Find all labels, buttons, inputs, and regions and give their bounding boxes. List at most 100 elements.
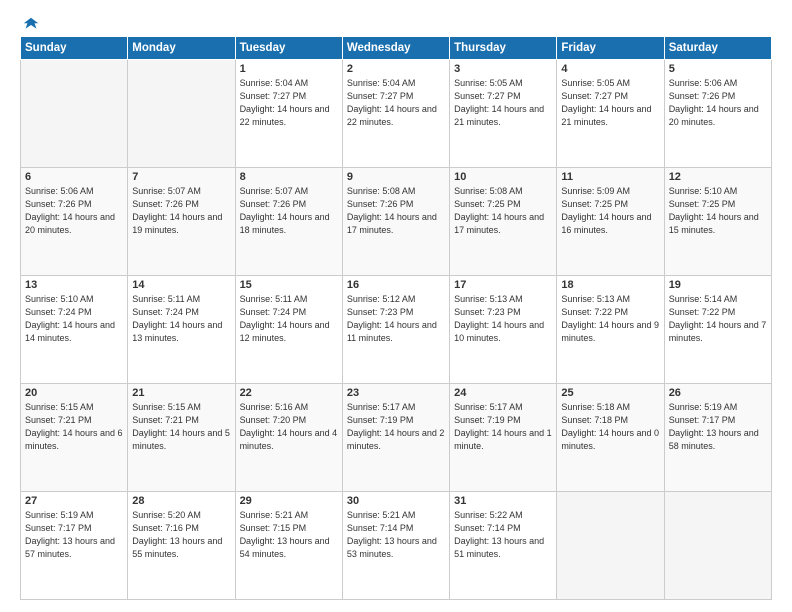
header [20, 18, 772, 32]
calendar-cell: 4Sunrise: 5:05 AMSunset: 7:27 PMDaylight… [557, 60, 664, 168]
day-info: Sunrise: 5:04 AMSunset: 7:27 PMDaylight:… [240, 77, 338, 129]
day-info: Sunrise: 5:13 AMSunset: 7:23 PMDaylight:… [454, 293, 552, 345]
day-number: 22 [240, 387, 338, 399]
day-info: Sunrise: 5:06 AMSunset: 7:26 PMDaylight:… [25, 185, 123, 237]
day-info: Sunrise: 5:22 AMSunset: 7:14 PMDaylight:… [454, 509, 552, 561]
day-number: 5 [669, 63, 767, 75]
calendar-week-row: 1 Sunrise: 5:04 AMSunset: 7:27 PMDaylight… [21, 60, 772, 168]
day-number: 6 [25, 171, 123, 183]
day-info: Sunrise: 5:08 AMSunset: 7:25 PMDaylight:… [454, 185, 552, 237]
calendar-cell: 12 Sunrise: 5:10 AMSunset: 7:25 PMDayligh… [664, 168, 771, 276]
calendar-cell: 30Sunrise: 5:21 AMSunset: 7:14 PMDayligh… [342, 492, 449, 600]
calendar-cell: 19 Sunrise: 5:14 AMSunset: 7:22 PMDayligh… [664, 276, 771, 384]
logo [20, 18, 40, 32]
calendar-cell: 16 Sunrise: 5:12 AMSunset: 7:23 PMDayligh… [342, 276, 449, 384]
calendar-week-row: 20Sunrise: 5:15 AMSunset: 7:21 PMDayligh… [21, 384, 772, 492]
calendar-cell: 9 Sunrise: 5:08 AMSunset: 7:26 PMDaylight… [342, 168, 449, 276]
calendar-cell: 22Sunrise: 5:16 AMSunset: 7:20 PMDayligh… [235, 384, 342, 492]
calendar-cell: 27 Sunrise: 5:19 AMSunset: 7:17 PMDayligh… [21, 492, 128, 600]
day-number: 14 [132, 279, 230, 291]
logo-bird-icon [22, 16, 40, 34]
day-number: 11 [561, 171, 659, 183]
calendar-cell: 13 Sunrise: 5:10 AMSunset: 7:24 PMDayligh… [21, 276, 128, 384]
day-info: Sunrise: 5:15 AMSunset: 7:21 PMDaylight:… [25, 401, 123, 453]
day-number: 12 [669, 171, 767, 183]
calendar-table: SundayMondayTuesdayWednesdayThursdayFrid… [20, 36, 772, 600]
day-info: Sunrise: 5:08 AMSunset: 7:26 PMDaylight:… [347, 185, 445, 237]
day-number: 24 [454, 387, 552, 399]
calendar-day-header: Saturday [664, 37, 771, 60]
day-info: Sunrise: 5:18 AMSunset: 7:18 PMDaylight:… [561, 401, 659, 453]
day-number: 21 [132, 387, 230, 399]
day-info: Sunrise: 5:05 AMSunset: 7:27 PMDaylight:… [454, 77, 552, 129]
calendar-day-header: Monday [128, 37, 235, 60]
day-number: 8 [240, 171, 338, 183]
calendar-cell: 20Sunrise: 5:15 AMSunset: 7:21 PMDayligh… [21, 384, 128, 492]
day-number: 10 [454, 171, 552, 183]
day-number: 27 [25, 495, 123, 507]
calendar-cell [128, 60, 235, 168]
calendar-cell: 23 Sunrise: 5:17 AMSunset: 7:19 PMDayligh… [342, 384, 449, 492]
calendar-cell: 2Sunrise: 5:04 AMSunset: 7:27 PMDaylight… [342, 60, 449, 168]
calendar-cell: 8 Sunrise: 5:07 AMSunset: 7:26 PMDaylight… [235, 168, 342, 276]
calendar-cell: 11 Sunrise: 5:09 AMSunset: 7:25 PMDayligh… [557, 168, 664, 276]
calendar-cell: 6 Sunrise: 5:06 AMSunset: 7:26 PMDaylight… [21, 168, 128, 276]
calendar-cell: 17 Sunrise: 5:13 AMSunset: 7:23 PMDayligh… [450, 276, 557, 384]
day-number: 13 [25, 279, 123, 291]
day-info: Sunrise: 5:19 AMSunset: 7:17 PMDaylight:… [669, 401, 767, 453]
calendar-cell: 7 Sunrise: 5:07 AMSunset: 7:26 PMDaylight… [128, 168, 235, 276]
day-number: 29 [240, 495, 338, 507]
calendar-cell: 14 Sunrise: 5:11 AMSunset: 7:24 PMDayligh… [128, 276, 235, 384]
day-number: 28 [132, 495, 230, 507]
day-number: 26 [669, 387, 767, 399]
calendar-day-header: Sunday [21, 37, 128, 60]
calendar-cell [557, 492, 664, 600]
day-number: 17 [454, 279, 552, 291]
calendar-week-row: 6 Sunrise: 5:06 AMSunset: 7:26 PMDaylight… [21, 168, 772, 276]
calendar-cell: 10 Sunrise: 5:08 AMSunset: 7:25 PMDayligh… [450, 168, 557, 276]
day-info: Sunrise: 5:06 AMSunset: 7:26 PMDaylight:… [669, 77, 767, 129]
calendar-cell: 3 Sunrise: 5:05 AMSunset: 7:27 PMDaylight… [450, 60, 557, 168]
day-info: Sunrise: 5:20 AMSunset: 7:16 PMDaylight:… [132, 509, 230, 561]
calendar-cell: 28 Sunrise: 5:20 AMSunset: 7:16 PMDayligh… [128, 492, 235, 600]
calendar-day-header: Wednesday [342, 37, 449, 60]
day-info: Sunrise: 5:21 AMSunset: 7:15 PMDaylight:… [240, 509, 338, 561]
day-info: Sunrise: 5:11 AMSunset: 7:24 PMDaylight:… [132, 293, 230, 345]
calendar-day-header: Tuesday [235, 37, 342, 60]
calendar-week-row: 27 Sunrise: 5:19 AMSunset: 7:17 PMDayligh… [21, 492, 772, 600]
day-info: Sunrise: 5:09 AMSunset: 7:25 PMDaylight:… [561, 185, 659, 237]
calendar-cell: 25 Sunrise: 5:18 AMSunset: 7:18 PMDayligh… [557, 384, 664, 492]
day-info: Sunrise: 5:05 AMSunset: 7:27 PMDaylight:… [561, 77, 659, 129]
day-number: 9 [347, 171, 445, 183]
calendar-week-row: 13 Sunrise: 5:10 AMSunset: 7:24 PMDayligh… [21, 276, 772, 384]
day-info: Sunrise: 5:17 AMSunset: 7:19 PMDaylight:… [454, 401, 552, 453]
day-info: Sunrise: 5:11 AMSunset: 7:24 PMDaylight:… [240, 293, 338, 345]
page: SundayMondayTuesdayWednesdayThursdayFrid… [0, 0, 792, 612]
day-info: Sunrise: 5:19 AMSunset: 7:17 PMDaylight:… [25, 509, 123, 561]
day-number: 23 [347, 387, 445, 399]
day-info: Sunrise: 5:14 AMSunset: 7:22 PMDaylight:… [669, 293, 767, 345]
day-number: 1 [240, 63, 338, 75]
calendar-header-row: SundayMondayTuesdayWednesdayThursdayFrid… [21, 37, 772, 60]
day-info: Sunrise: 5:10 AMSunset: 7:24 PMDaylight:… [25, 293, 123, 345]
calendar-cell: 29 Sunrise: 5:21 AMSunset: 7:15 PMDayligh… [235, 492, 342, 600]
day-info: Sunrise: 5:07 AMSunset: 7:26 PMDaylight:… [240, 185, 338, 237]
day-info: Sunrise: 5:21 AMSunset: 7:14 PMDaylight:… [347, 509, 445, 561]
day-number: 2 [347, 63, 445, 75]
calendar-day-header: Friday [557, 37, 664, 60]
day-info: Sunrise: 5:12 AMSunset: 7:23 PMDaylight:… [347, 293, 445, 345]
day-info: Sunrise: 5:17 AMSunset: 7:19 PMDaylight:… [347, 401, 445, 453]
calendar-cell: 5 Sunrise: 5:06 AMSunset: 7:26 PMDaylight… [664, 60, 771, 168]
day-number: 19 [669, 279, 767, 291]
day-info: Sunrise: 5:15 AMSunset: 7:21 PMDaylight:… [132, 401, 230, 453]
day-info: Sunrise: 5:10 AMSunset: 7:25 PMDaylight:… [669, 185, 767, 237]
day-number: 3 [454, 63, 552, 75]
calendar-cell [21, 60, 128, 168]
day-number: 25 [561, 387, 659, 399]
day-info: Sunrise: 5:07 AMSunset: 7:26 PMDaylight:… [132, 185, 230, 237]
calendar-cell [664, 492, 771, 600]
day-number: 7 [132, 171, 230, 183]
calendar-cell: 1 Sunrise: 5:04 AMSunset: 7:27 PMDaylight… [235, 60, 342, 168]
day-number: 16 [347, 279, 445, 291]
calendar-cell: 21 Sunrise: 5:15 AMSunset: 7:21 PMDayligh… [128, 384, 235, 492]
